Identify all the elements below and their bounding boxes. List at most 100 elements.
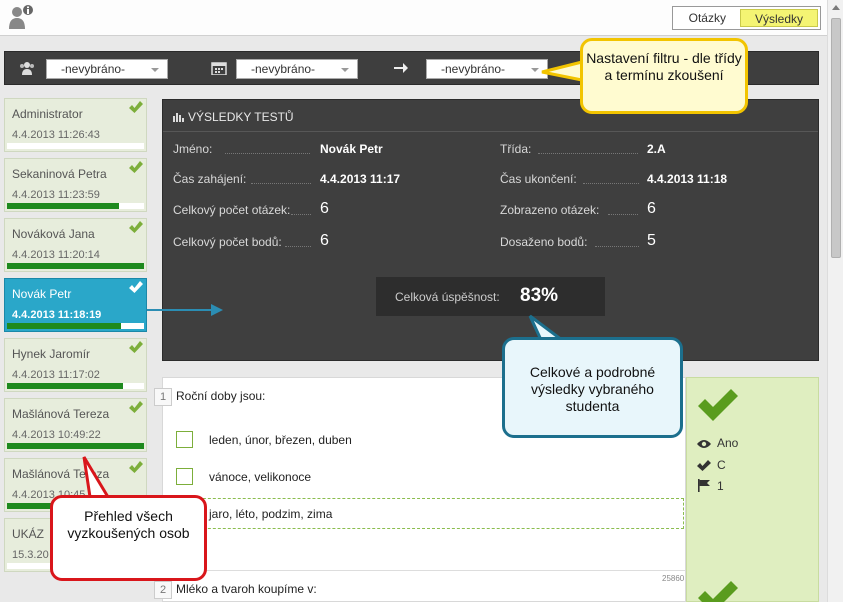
eye-icon	[697, 440, 711, 448]
name-value: Novák Petr	[320, 142, 383, 156]
progress-bar	[7, 323, 144, 329]
student-item[interactable]: Hynek Jaromír 4.4.2013 11:17:02	[4, 338, 147, 392]
progress-fill	[7, 203, 120, 209]
progress-bar	[7, 263, 144, 269]
student-name: Novák Petr	[12, 287, 72, 301]
tab-results[interactable]: Výsledky	[739, 9, 818, 27]
scrollbar-thumb[interactable]	[831, 18, 841, 258]
class-select[interactable]: -nevybráno-	[46, 59, 168, 79]
check-icon	[129, 341, 143, 353]
flag-icon	[698, 479, 710, 492]
end-label: Čas ukončení:	[500, 172, 577, 186]
arrow-right-icon	[394, 63, 408, 73]
class-select-value: -nevybráno-	[61, 62, 126, 76]
start-label: Čas zahájení:	[173, 172, 247, 186]
calendar-icon	[211, 62, 227, 75]
term-select[interactable]: -nevybráno-	[426, 59, 548, 79]
progress-bar	[7, 143, 144, 149]
student-name: Hynek Jaromír	[12, 347, 91, 361]
answer-checkbox[interactable]	[176, 431, 193, 448]
users-icon	[20, 62, 34, 75]
question-id: 25860	[662, 574, 685, 583]
student-item[interactable]: Mašlánová Tereza 4.4.2013 10:49:22	[4, 398, 147, 452]
answer-text: vánoce, velikonoce	[209, 470, 312, 484]
check-small-icon	[697, 460, 711, 471]
dots	[251, 183, 311, 184]
divider	[163, 131, 818, 132]
arrow-head-icon	[211, 304, 223, 316]
check-icon	[698, 581, 738, 602]
points-total-label: Celkový počet bodů:	[173, 235, 282, 249]
overview-callout: Přehled všech vyzkoušených osob	[50, 495, 207, 581]
points-reached-value: 5	[647, 232, 656, 249]
check-icon	[129, 101, 143, 113]
answer-text: leden, únor, březen, duben	[209, 433, 352, 447]
student-name: Administrator	[12, 107, 83, 121]
check-icon	[129, 221, 143, 233]
student-item[interactable]: Nováková Jana 4.4.2013 11:20:14	[4, 218, 147, 272]
answer-value: C	[717, 458, 726, 472]
class-value: 2.A	[647, 142, 666, 156]
scroll-up-icon[interactable]	[832, 5, 840, 10]
check-icon	[129, 281, 143, 293]
view-tabs: Otázky Výsledky	[671, 6, 821, 30]
question-text: Mléko a tvaroh koupíme v:	[176, 582, 317, 596]
student-date: 4.4.2013 10:49:22	[12, 429, 101, 441]
chevron-down-icon	[151, 68, 159, 72]
success-label: Celková úspěšnost:	[395, 290, 500, 304]
visible-info: Ano	[697, 436, 738, 450]
student-item[interactable]: Novák Petr 4.4.2013 11:18:19	[4, 278, 147, 332]
progress-fill	[7, 443, 144, 449]
check-icon	[698, 389, 738, 421]
check-icon	[129, 461, 143, 473]
check-icon	[129, 401, 143, 413]
date-select[interactable]: -nevybráno-	[236, 59, 358, 79]
results-panel: VÝSLEDKY TESTŮ Jméno: Novák Petr Třída: …	[162, 99, 819, 361]
user-info-icon	[9, 5, 33, 29]
points-total-value: 6	[320, 232, 329, 249]
questions-shown-value: 6	[647, 200, 656, 217]
answer-text: jaro, léto, podzim, zima	[209, 507, 333, 521]
student-item[interactable]: Administrator 4.4.2013 11:26:43	[4, 98, 147, 152]
question-number: 1	[154, 388, 172, 406]
detail-callout: Celkové a podrobné výsledky vybraného st…	[502, 337, 683, 438]
answer-checkbox[interactable]	[176, 468, 193, 485]
student-date: 15.3.20	[12, 549, 49, 561]
divider	[163, 570, 685, 571]
progress-fill	[7, 263, 144, 269]
pointer-arrow	[147, 309, 213, 311]
points-info: 1	[697, 479, 724, 493]
class-label: Třída:	[500, 142, 532, 156]
vertical-scrollbar[interactable]	[827, 0, 843, 602]
student-name: Mašlánová Tereza	[12, 407, 110, 421]
bar-chart-icon	[173, 113, 184, 122]
date-select-value: -nevybráno-	[251, 62, 316, 76]
student-name: Sekaninová Petra	[12, 167, 107, 181]
question-result-panel: Ano C 1	[686, 377, 819, 602]
filter-callout: Nastavení filtru - dle třídy a termínu z…	[580, 38, 748, 114]
end-value: 4.4.2013 11:18	[647, 172, 728, 186]
results-title: VÝSLEDKY TESTŮ	[188, 110, 294, 124]
dots	[285, 246, 311, 247]
questions-shown-label: Zobrazeno otázek:	[500, 203, 600, 217]
student-item[interactable]: Sekaninová Petra 4.4.2013 11:23:59	[4, 158, 147, 212]
dots	[595, 246, 639, 247]
tab-questions[interactable]: Otázky	[675, 9, 740, 27]
student-date: 4.4.2013 11:17:02	[12, 369, 100, 381]
questions-total-label: Celkový počet otázek:	[173, 203, 291, 217]
top-bar: Otázky Výsledky	[0, 0, 827, 36]
dots	[608, 214, 638, 215]
student-date: 4.4.2013 11:26:43	[12, 129, 100, 141]
chevron-down-icon	[341, 68, 349, 72]
question-text: Roční doby jsou:	[176, 389, 266, 403]
progress-bar	[7, 443, 144, 449]
name-label: Jméno:	[173, 142, 213, 156]
question-number: 2	[154, 581, 172, 599]
results-header: VÝSLEDKY TESTŮ	[173, 110, 294, 124]
questions-total-value: 6	[320, 200, 329, 217]
chevron-down-icon	[531, 68, 539, 72]
student-date: 4.4.2013 11:23:59	[12, 189, 100, 201]
start-value: 4.4.2013 11:17	[320, 172, 401, 186]
answer-info: C	[697, 458, 726, 472]
term-select-value: -nevybráno-	[441, 62, 506, 76]
